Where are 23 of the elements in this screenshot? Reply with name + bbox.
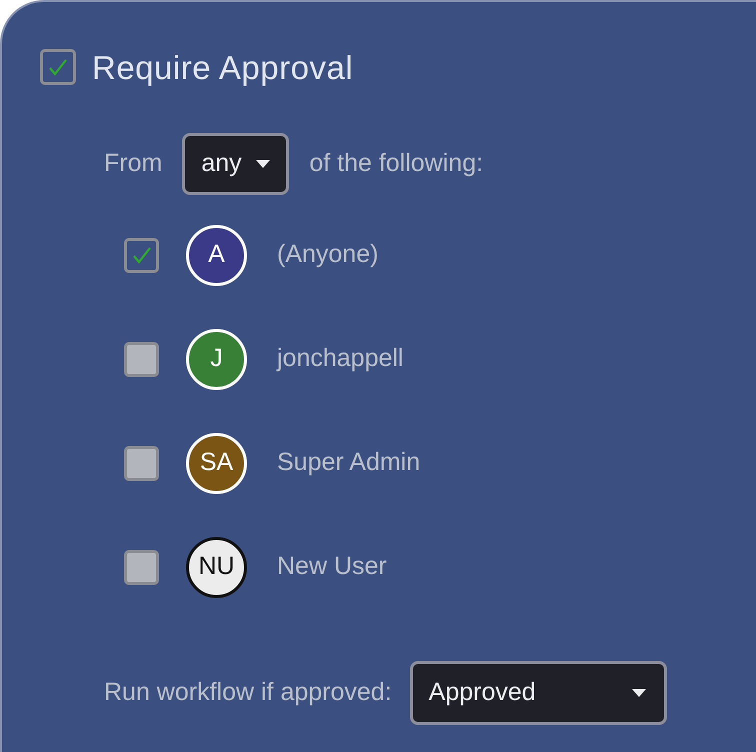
tick-icon xyxy=(132,246,152,264)
rule-label: From xyxy=(104,148,162,180)
checkbox[interactable] xyxy=(40,49,76,85)
section-title: Require Approval xyxy=(92,50,354,84)
avatar: J xyxy=(186,328,247,390)
tick-icon xyxy=(48,58,68,76)
quantifier-dropdown[interactable]: any xyxy=(182,133,290,195)
caret-icon xyxy=(632,689,646,697)
approver-name: jonchappell xyxy=(277,343,404,374)
checkbox[interactable] xyxy=(124,550,159,584)
approver-name: New User xyxy=(277,551,387,582)
run-workflow-label: Run workflow if approved: xyxy=(104,677,392,708)
workflow-dropdown[interactable]: Approved xyxy=(410,661,667,725)
avatar: SA xyxy=(186,432,247,494)
approver-name: (Anyone) xyxy=(277,239,378,270)
checkbox[interactable] xyxy=(124,238,159,272)
checkbox[interactable] xyxy=(124,342,159,376)
avatar: NU xyxy=(186,536,247,598)
avatar: A xyxy=(186,224,247,286)
rule-label: of the following: xyxy=(309,148,484,180)
approver-name: Super Admin xyxy=(277,447,420,478)
checkbox[interactable] xyxy=(124,446,159,480)
caret-icon xyxy=(256,160,270,168)
